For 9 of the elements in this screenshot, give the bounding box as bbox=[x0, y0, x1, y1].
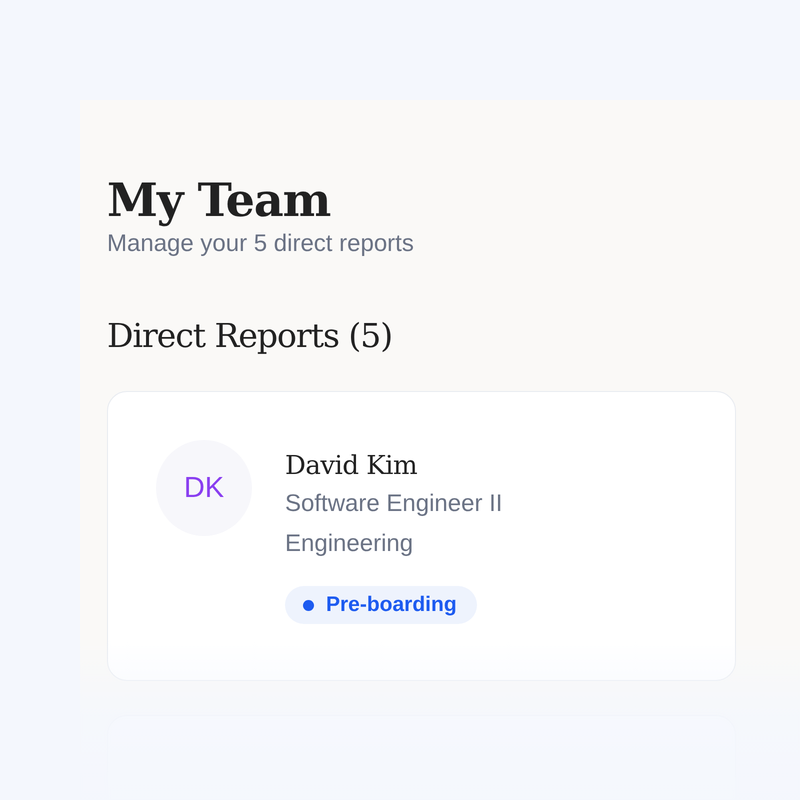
department: Engineering bbox=[285, 529, 414, 559]
report-card[interactable]: DK David Kim Software Engineer II Engineering Pre-boarding bbox=[107, 391, 736, 681]
job-title: Software Engineer II bbox=[285, 489, 502, 519]
status-badge: Pre-boarding bbox=[285, 586, 477, 624]
employee-name: David Kim bbox=[285, 450, 418, 483]
section-heading: Direct Reports (5) bbox=[107, 316, 394, 355]
avatar: DK bbox=[156, 440, 252, 536]
page-subtitle: Manage your 5 direct reports bbox=[107, 230, 415, 258]
page-title: My Team bbox=[107, 172, 332, 229]
